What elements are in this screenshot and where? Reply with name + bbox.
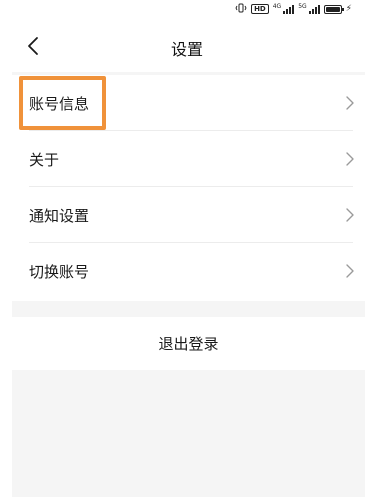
vibrate-icon [235, 3, 247, 16]
chevron-right-icon [346, 264, 354, 278]
charging-icon: ⚡ [345, 3, 352, 14]
signal-strength-icon-sim2: 5G [298, 3, 320, 14]
settings-item-about[interactable]: 关于 [12, 131, 365, 187]
status-icons: HD 4G 5G ⚡ [235, 3, 352, 15]
battery-icon [323, 4, 344, 14]
highlight-annotation [19, 76, 106, 130]
settings-item-label: 关于 [29, 150, 60, 169]
signal-network-label: 5G [298, 3, 307, 10]
signal-strength-icon-sim1: 4G [272, 3, 295, 14]
settings-item-notifications[interactable]: 通知设置 [12, 187, 365, 243]
section-gap [12, 301, 365, 317]
page-title: 设置 [170, 40, 203, 59]
status-bar: HD 4G 5G ⚡ [0, 0, 374, 20]
bottom-empty-area [12, 370, 365, 497]
settings-item-label: 通知设置 [29, 206, 90, 225]
settings-item-switch-account[interactable]: 切换账号 [12, 243, 365, 299]
signal-network-label: 4G [272, 3, 282, 10]
navigation-bar: 设置 [0, 20, 374, 72]
chevron-right-icon [346, 152, 354, 166]
settings-item-label: 切换账号 [29, 262, 90, 281]
hd-voice-icon: HD [251, 4, 269, 14]
logout-button[interactable]: 退出登录 [12, 317, 365, 370]
chevron-right-icon [346, 208, 354, 222]
chevron-right-icon [346, 96, 354, 110]
